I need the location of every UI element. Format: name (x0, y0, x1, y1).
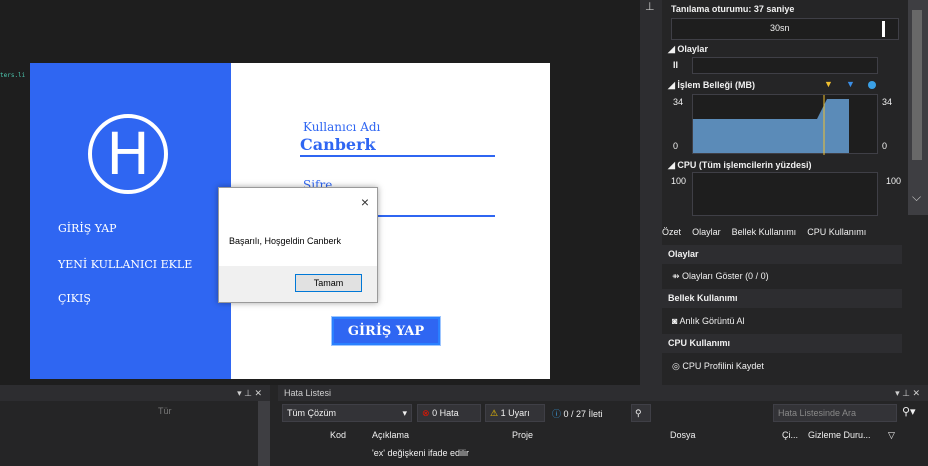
error-list-header: Hata Listesi ▾ ⊥ ✕ (278, 385, 928, 401)
tab-summary[interactable]: Özet (662, 227, 681, 237)
error-list-title: Hata Listesi (284, 388, 332, 398)
events-icon: ⇻ (672, 271, 683, 281)
tab-cpu[interactable]: CPU Kullanımı (807, 227, 866, 237)
username-label: Kullanıcı Adı (303, 120, 381, 134)
scope-value: Tüm Çözüm (287, 408, 337, 418)
col-line[interactable]: Çi... (782, 430, 798, 440)
search-icon[interactable]: ⚲▾ (902, 405, 916, 418)
session-duration: Tanılama oturumu: 37 saniye (671, 4, 795, 14)
bottom-panels: ▾ ⊥ ✕ Tür Hata Listesi ▾ ⊥ ✕ Tüm Çözüm ▾… (0, 385, 928, 466)
login-button[interactable]: GİRİŞ YAP (331, 316, 441, 346)
warnings-filter[interactable]: ⚠ 1 Uyarı (485, 404, 545, 422)
timeline-ruler[interactable]: 30sn (671, 18, 899, 40)
left-panel-header: ▾ ⊥ ✕ (0, 385, 270, 401)
memory-min-right: 0 (882, 141, 888, 151)
logo-icon: H (88, 114, 168, 194)
pin-close-icons[interactable]: ▾ ⊥ ✕ (237, 385, 262, 401)
info-icon: ⓘ (552, 409, 562, 419)
ok-button[interactable]: Tamam (295, 274, 362, 292)
message-text: Başarılı, Hoşgeldin Canberk (229, 236, 342, 246)
col-description[interactable]: Açıklama (372, 430, 409, 440)
diag-scrollbar[interactable]: ⌵ (908, 0, 928, 215)
diag-tabs: Özet Olaylar Bellek Kullanımı CPU Kullan… (662, 226, 902, 238)
take-snapshot-item[interactable]: ◙ Anlık Görüntü Al (662, 311, 902, 331)
message-box: × Başarılı, Hoşgeldin Canberk Tamam (218, 187, 378, 303)
messages-count: 0 / 27 İleti (563, 409, 603, 419)
col-project[interactable]: Proje (512, 430, 533, 440)
col-file[interactable]: Dosya (670, 430, 696, 440)
memory-chart-area (693, 95, 849, 155)
record-cpu-label: CPU Profilini Kaydet (682, 361, 764, 371)
cpu-chart[interactable] (692, 172, 878, 216)
diag-scroll-thumb[interactable] (912, 10, 922, 160)
menu-login[interactable]: GİRİŞ YAP (58, 222, 117, 235)
section-cpu: CPU Kullanımı (662, 334, 902, 353)
timeline-tick: 30sn (770, 23, 790, 33)
snapshot-dot-icon (868, 81, 876, 89)
username-underline (300, 155, 495, 157)
type-column: Tür (158, 406, 172, 416)
warnings-count: 1 Uyarı (500, 408, 530, 418)
show-events-item[interactable]: ⇻ Olayları Göster (0 / 0) (662, 266, 902, 286)
record-cpu-item[interactable]: ◎ CPU Profilini Kaydet (662, 356, 902, 376)
cpu-title: ◢ CPU (Tüm işlemcilerin yüzdesi) (668, 160, 812, 170)
section-memory: Bellek Kullanımı (662, 289, 902, 308)
chevron-down-icon: ▾ (402, 408, 407, 418)
code-fragment: ters.li (0, 72, 26, 79)
pause-icon[interactable]: II (673, 60, 678, 70)
take-snapshot-label: Anlık Görüntü Al (679, 316, 745, 326)
filter-toggle-icon[interactable]: ⚲ (631, 404, 651, 422)
section-events: Olaylar (662, 245, 902, 264)
error-icon: ⊗ (422, 408, 430, 418)
tab-events[interactable]: Olaylar (692, 227, 721, 237)
col-suppression[interactable]: Gizleme Duru... (808, 430, 871, 440)
app-sidebar: H GİRİŞ YAP YENİ KULLANICI EKLE ÇIKIŞ (30, 63, 231, 379)
left-bottom-panel: ▾ ⊥ ✕ Tür (0, 385, 270, 466)
messages-filter[interactable]: ⓘ 0 / 27 İleti (552, 407, 603, 420)
show-events-label: Olayları Göster (0 / 0) (682, 271, 769, 281)
memory-chart[interactable] (692, 94, 878, 155)
username-input[interactable]: Canberk (300, 135, 376, 154)
menu-add-user[interactable]: YENİ KULLANICI EKLE (58, 258, 192, 271)
error-row[interactable]: 'ex' değişkeni ifade edilir (372, 448, 469, 458)
scope-dropdown[interactable]: Tüm Çözüm ▾ (282, 404, 412, 422)
search-input[interactable]: Hata Listesinde Ara (773, 404, 897, 422)
close-icon[interactable]: × (361, 194, 369, 210)
menu-exit[interactable]: ÇIKIŞ (58, 292, 91, 305)
memory-fill (693, 99, 849, 153)
diag-left-strip: ⊥ (640, 0, 662, 385)
memory-min-left: 0 (673, 141, 679, 151)
error-grid-header: Kod Açıklama Proje Dosya Çi... Gizleme D… (314, 430, 914, 444)
col-code[interactable]: Kod (330, 430, 346, 440)
left-panel-scrollbar[interactable] (258, 401, 270, 466)
filter-icon[interactable]: ▽ (888, 430, 895, 441)
gc-marker-icon: ▼ (846, 79, 855, 89)
message-box-footer: Tamam (219, 266, 377, 302)
error-list-panel: Hata Listesi ▾ ⊥ ✕ Tüm Çözüm ▾ ⊗ 0 Hata … (278, 385, 928, 466)
errors-filter[interactable]: ⊗ 0 Hata (417, 404, 481, 422)
pin-icon[interactable]: ⊥ (645, 0, 655, 13)
warning-icon: ⚠ (490, 408, 499, 418)
record-icon: ◎ (672, 361, 683, 371)
timeline-handle[interactable] (882, 21, 885, 37)
cpu-max-left: 100 (671, 176, 687, 186)
tab-memory[interactable]: Bellek Kullanımı (732, 227, 797, 237)
memory-title: ◢ İşlem Belleği (MB) (668, 80, 755, 90)
events-title: ◢ Olaylar (668, 44, 708, 54)
chevron-down-icon[interactable]: ⌵ (912, 190, 921, 205)
errors-count: 0 Hata (432, 408, 459, 418)
memory-max-left: 34 (673, 97, 684, 107)
events-track (692, 57, 878, 74)
panel-controls-icons[interactable]: ▾ ⊥ ✕ (895, 385, 920, 401)
memory-max-right: 34 (882, 97, 893, 107)
snapshot-marker-icon: ▼ (824, 79, 833, 89)
cpu-max-right: 100 (886, 176, 902, 186)
diagnostics-panel: ⊥ Tanılama oturumu: 37 saniye 30sn ◢ Ola… (640, 0, 928, 385)
